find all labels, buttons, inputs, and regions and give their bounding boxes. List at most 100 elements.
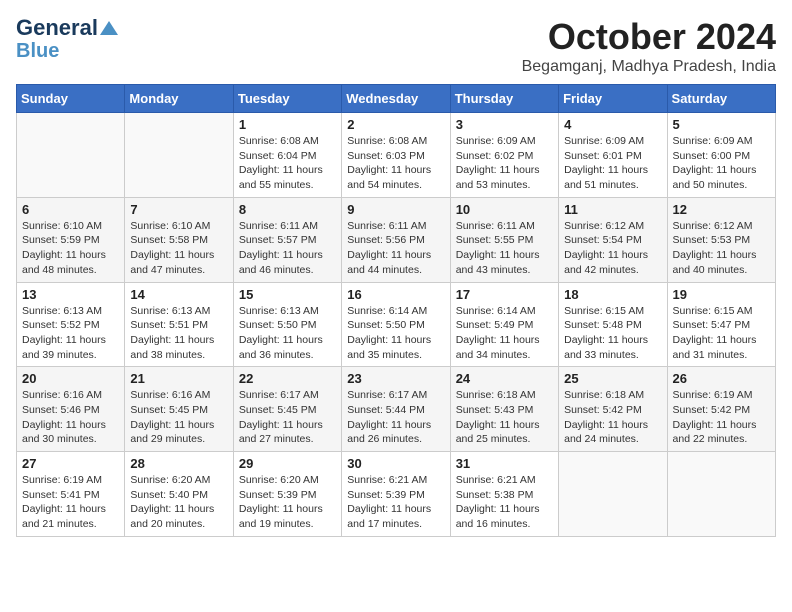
table-row: 4Sunrise: 6:09 AMSunset: 6:01 PMDaylight…: [559, 113, 667, 198]
col-tuesday: Tuesday: [233, 85, 341, 113]
day-info: Sunrise: 6:15 AMSunset: 5:47 PMDaylight:…: [673, 304, 770, 363]
day-number: 1: [239, 117, 336, 132]
day-info: Sunrise: 6:11 AMSunset: 5:57 PMDaylight:…: [239, 219, 336, 278]
col-monday: Monday: [125, 85, 233, 113]
table-row: 14Sunrise: 6:13 AMSunset: 5:51 PMDayligh…: [125, 282, 233, 367]
calendar-header-row: Sunday Monday Tuesday Wednesday Thursday…: [17, 85, 776, 113]
table-row: 29 Sunrise: 6:20 AMSunset: 5:39 PMDayligh…: [233, 452, 341, 537]
calendar-title: October 2024: [522, 16, 776, 58]
table-row: 23Sunrise: 6:17 AMSunset: 5:44 PMDayligh…: [342, 367, 450, 452]
day-number: 12: [673, 202, 770, 217]
table-row: 24 Sunrise: 6:18 AMSunset: 5:43 PMDayligh…: [450, 367, 558, 452]
day-info: Sunrise: 6:16 AMSunset: 5:46 PMDaylight:…: [22, 388, 119, 447]
title-block: October 2024 Begamganj, Madhya Pradesh, …: [522, 16, 776, 76]
day-number: 4: [564, 117, 661, 132]
day-info: Sunrise: 6:20 AMSunset: 5:40 PMDaylight:…: [130, 473, 227, 532]
day-number: 9: [347, 202, 444, 217]
table-row: [125, 113, 233, 198]
col-friday: Friday: [559, 85, 667, 113]
table-row: [17, 113, 125, 198]
day-info: Sunrise: 6:20 AMSunset: 5:39 PMDaylight:…: [239, 473, 336, 532]
day-number: 6: [22, 202, 119, 217]
day-number: 8: [239, 202, 336, 217]
day-number: 21: [130, 371, 227, 386]
table-row: 19Sunrise: 6:15 AMSunset: 5:47 PMDayligh…: [667, 282, 775, 367]
table-row: 26 Sunrise: 6:19 AMSunset: 5:42 PMDayligh…: [667, 367, 775, 452]
day-number: 26: [673, 371, 770, 386]
day-number: 18: [564, 287, 661, 302]
day-info: Sunrise: 6:13 AMSunset: 5:50 PMDaylight:…: [239, 304, 336, 363]
day-number: 24: [456, 371, 553, 386]
day-number: 3: [456, 117, 553, 132]
day-info: Sunrise: 6:13 AMSunset: 5:51 PMDaylight:…: [130, 304, 227, 363]
day-info: Sunrise: 6:10 AMSunset: 5:58 PMDaylight:…: [130, 219, 227, 278]
day-info: Sunrise: 6:15 AMSunset: 5:48 PMDaylight:…: [564, 304, 661, 363]
day-number: 30: [347, 456, 444, 471]
calendar-week-row: 13 Sunrise: 6:13 AMSunset: 5:52 PMDayligh…: [17, 282, 776, 367]
logo-text-general: General: [16, 16, 98, 40]
day-number: 17: [456, 287, 553, 302]
page-header: General Blue October 2024 Begamganj, Mad…: [16, 16, 776, 76]
day-number: 28: [130, 456, 227, 471]
table-row: 12 Sunrise: 6:12 AMSunset: 5:53 PMDayligh…: [667, 197, 775, 282]
table-row: 20 Sunrise: 6:16 AMSunset: 5:46 PMDayligh…: [17, 367, 125, 452]
day-info: Sunrise: 6:21 AMSunset: 5:39 PMDaylight:…: [347, 473, 444, 532]
col-saturday: Saturday: [667, 85, 775, 113]
day-info: Sunrise: 6:17 AMSunset: 5:45 PMDaylight:…: [239, 388, 336, 447]
day-number: 22: [239, 371, 336, 386]
day-number: 13: [22, 287, 119, 302]
day-info: Sunrise: 6:18 AMSunset: 5:43 PMDaylight:…: [456, 388, 553, 447]
day-info: Sunrise: 6:13 AMSunset: 5:52 PMDaylight:…: [22, 304, 119, 363]
table-row: 28 Sunrise: 6:20 AMSunset: 5:40 PMDayligh…: [125, 452, 233, 537]
day-number: 5: [673, 117, 770, 132]
table-row: 18 Sunrise: 6:15 AMSunset: 5:48 PMDayligh…: [559, 282, 667, 367]
day-info: Sunrise: 6:19 AMSunset: 5:41 PMDaylight:…: [22, 473, 119, 532]
day-number: 20: [22, 371, 119, 386]
table-row: 25 Sunrise: 6:18 AMSunset: 5:42 PMDayligh…: [559, 367, 667, 452]
day-number: 31: [456, 456, 553, 471]
table-row: 2Sunrise: 6:08 AMSunset: 6:03 PMDaylight…: [342, 113, 450, 198]
table-row: 3Sunrise: 6:09 AMSunset: 6:02 PMDaylight…: [450, 113, 558, 198]
day-info: Sunrise: 6:11 AMSunset: 5:55 PMDaylight:…: [456, 219, 553, 278]
day-info: Sunrise: 6:21 AMSunset: 5:38 PMDaylight:…: [456, 473, 553, 532]
table-row: 5 Sunrise: 6:09 AMSunset: 6:00 PMDaylight…: [667, 113, 775, 198]
table-row: 11 Sunrise: 6:12 AMSunset: 5:54 PMDayligh…: [559, 197, 667, 282]
day-info: Sunrise: 6:08 AMSunset: 6:04 PMDaylight:…: [239, 134, 336, 193]
table-row: 10 Sunrise: 6:11 AMSunset: 5:55 PMDayligh…: [450, 197, 558, 282]
day-info: Sunrise: 6:11 AMSunset: 5:56 PMDaylight:…: [347, 219, 444, 278]
table-row: 30 Sunrise: 6:21 AMSunset: 5:39 PMDayligh…: [342, 452, 450, 537]
calendar-week-row: 6Sunrise: 6:10 AMSunset: 5:59 PMDaylight…: [17, 197, 776, 282]
table-row: 1 Sunrise: 6:08 AMSunset: 6:04 PMDaylight…: [233, 113, 341, 198]
table-row: 13 Sunrise: 6:13 AMSunset: 5:52 PMDayligh…: [17, 282, 125, 367]
day-info: Sunrise: 6:19 AMSunset: 5:42 PMDaylight:…: [673, 388, 770, 447]
calendar-week-row: 1 Sunrise: 6:08 AMSunset: 6:04 PMDaylight…: [17, 113, 776, 198]
table-row: 6Sunrise: 6:10 AMSunset: 5:59 PMDaylight…: [17, 197, 125, 282]
day-info: Sunrise: 6:12 AMSunset: 5:53 PMDaylight:…: [673, 219, 770, 278]
day-number: 7: [130, 202, 227, 217]
calendar-week-row: 27 Sunrise: 6:19 AMSunset: 5:41 PMDayligh…: [17, 452, 776, 537]
logo-icon: [100, 19, 118, 37]
col-sunday: Sunday: [17, 85, 125, 113]
table-row: 9 Sunrise: 6:11 AMSunset: 5:56 PMDaylight…: [342, 197, 450, 282]
day-info: Sunrise: 6:18 AMSunset: 5:42 PMDaylight:…: [564, 388, 661, 447]
calendar-table: Sunday Monday Tuesday Wednesday Thursday…: [16, 84, 776, 537]
logo: General Blue: [16, 16, 118, 62]
col-wednesday: Wednesday: [342, 85, 450, 113]
day-info: Sunrise: 6:09 AMSunset: 6:00 PMDaylight:…: [673, 134, 770, 193]
day-info: Sunrise: 6:14 AMSunset: 5:49 PMDaylight:…: [456, 304, 553, 363]
col-thursday: Thursday: [450, 85, 558, 113]
day-info: Sunrise: 6:17 AMSunset: 5:44 PMDaylight:…: [347, 388, 444, 447]
day-info: Sunrise: 6:16 AMSunset: 5:45 PMDaylight:…: [130, 388, 227, 447]
day-info: Sunrise: 6:12 AMSunset: 5:54 PMDaylight:…: [564, 219, 661, 278]
calendar-week-row: 20 Sunrise: 6:16 AMSunset: 5:46 PMDayligh…: [17, 367, 776, 452]
table-row: 22 Sunrise: 6:17 AMSunset: 5:45 PMDayligh…: [233, 367, 341, 452]
day-number: 11: [564, 202, 661, 217]
day-number: 29: [239, 456, 336, 471]
day-number: 15: [239, 287, 336, 302]
day-number: 25: [564, 371, 661, 386]
day-number: 10: [456, 202, 553, 217]
day-number: 27: [22, 456, 119, 471]
table-row: 7 Sunrise: 6:10 AMSunset: 5:58 PMDaylight…: [125, 197, 233, 282]
table-row: 21 Sunrise: 6:16 AMSunset: 5:45 PMDayligh…: [125, 367, 233, 452]
day-number: 2: [347, 117, 444, 132]
